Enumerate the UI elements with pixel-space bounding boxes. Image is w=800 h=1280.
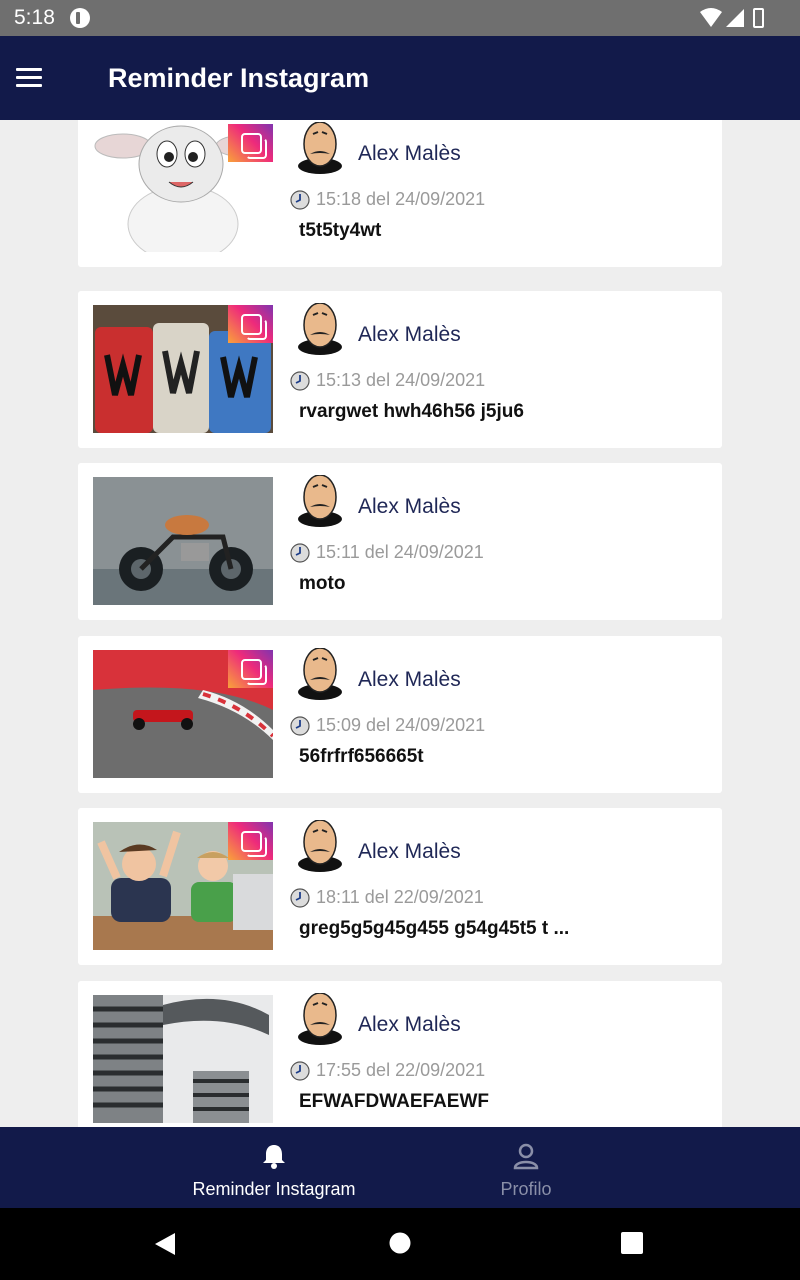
post-caption: 56frfrf656665t bbox=[299, 746, 424, 767]
nav-label: Profilo bbox=[500, 1179, 552, 1199]
instagram-badge-icon bbox=[228, 305, 273, 343]
post-author: Alex Malès bbox=[358, 668, 461, 691]
clock-icon bbox=[290, 1061, 310, 1081]
post-card[interactable]: Alex Malès 15:13 del 24/09/2021 rvargwet… bbox=[78, 291, 722, 448]
menu-icon[interactable] bbox=[16, 68, 42, 88]
clock-icon bbox=[290, 716, 310, 736]
post-datetime: 17:55 del 22/09/2021 bbox=[316, 1060, 486, 1080]
post-caption: greg5g5g45g455 g54g45t5 t ... bbox=[299, 918, 570, 939]
post-author: Alex Malès bbox=[358, 142, 461, 165]
post-thumbnail-motorcycle bbox=[93, 477, 273, 605]
post-card[interactable]: Alex Malès 15:09 del 24/09/2021 56frfrf6… bbox=[78, 636, 722, 793]
avatar bbox=[298, 993, 342, 1045]
bell-icon bbox=[263, 1145, 285, 1169]
post-card[interactable]: Alex Malès 18:11 del 22/09/2021 greg5g5g… bbox=[78, 808, 722, 965]
nav-item-profile[interactable]: Profilo bbox=[446, 1127, 606, 1208]
clock-icon bbox=[290, 371, 310, 391]
post-author: Alex Malès bbox=[358, 840, 461, 863]
avatar bbox=[298, 648, 342, 700]
post-card[interactable]: Alex Malès 15:18 del 24/09/2021 t5t5ty4w… bbox=[78, 120, 722, 267]
instagram-badge-icon bbox=[228, 650, 273, 688]
status-bar: 5:18 bbox=[0, 0, 800, 36]
post-caption: t5t5ty4wt bbox=[299, 220, 382, 241]
post-datetime: 18:11 del 22/09/2021 bbox=[316, 887, 484, 907]
bottom-navigation: Reminder Instagram Profilo bbox=[0, 1127, 800, 1208]
post-thumbnail-stadium bbox=[93, 995, 273, 1123]
avatar bbox=[298, 820, 342, 872]
post-datetime: 15:13 del 24/09/2021 bbox=[316, 370, 486, 390]
avatar bbox=[298, 122, 342, 174]
post-thumbnail-cans bbox=[93, 305, 273, 433]
wifi-icon bbox=[700, 8, 722, 27]
back-icon[interactable] bbox=[153, 1232, 177, 1256]
signal-icon bbox=[726, 9, 744, 27]
post-datetime: 15:18 del 24/09/2021 bbox=[316, 189, 486, 209]
post-author: Alex Malès bbox=[358, 1013, 461, 1036]
clock-icon bbox=[290, 190, 310, 210]
post-card[interactable]: Alex Malès 17:55 del 22/09/2021 EFWAFDWA… bbox=[78, 981, 722, 1127]
post-datetime: 15:09 del 24/09/2021 bbox=[316, 715, 486, 735]
post-author: Alex Malès bbox=[358, 495, 461, 518]
post-author: Alex Malès bbox=[358, 323, 461, 346]
post-thumbnail-sheep bbox=[93, 124, 273, 252]
post-card[interactable]: Alex Malès 15:11 del 24/09/2021 moto bbox=[78, 463, 722, 620]
home-icon[interactable] bbox=[389, 1232, 411, 1254]
post-caption: rvargwet hwh46h56 j5ju6 bbox=[299, 401, 524, 422]
battery-icon bbox=[753, 8, 764, 28]
nav-item-reminders[interactable]: Reminder Instagram bbox=[174, 1127, 374, 1208]
post-thumbnail-f1-car bbox=[93, 650, 273, 778]
instagram-badge-icon bbox=[228, 124, 273, 162]
recents-icon[interactable] bbox=[621, 1232, 643, 1254]
avatar bbox=[298, 303, 342, 355]
reminder-list[interactable]: Alex Malès 15:18 del 24/09/2021 t5t5ty4w… bbox=[0, 120, 800, 1127]
nav-label: Reminder Instagram bbox=[192, 1179, 356, 1199]
person-icon bbox=[513, 1143, 539, 1170]
clock-icon bbox=[290, 543, 310, 563]
app-bar: Reminder Instagram bbox=[0, 36, 800, 120]
instagram-badge-icon bbox=[228, 822, 273, 860]
status-icons bbox=[700, 8, 764, 28]
post-caption: moto bbox=[299, 573, 346, 594]
post-caption: EFWAFDWAEFAEWF bbox=[299, 1091, 489, 1112]
status-time: 5:18 bbox=[14, 6, 55, 29]
page-title: Reminder Instagram bbox=[108, 63, 370, 93]
clock-icon bbox=[290, 888, 310, 908]
post-thumbnail-kids-laptop bbox=[93, 822, 273, 950]
app-notification-icon bbox=[70, 8, 90, 28]
system-navigation-bar bbox=[0, 1208, 800, 1280]
post-datetime: 15:11 del 24/09/2021 bbox=[316, 542, 484, 562]
avatar bbox=[298, 475, 342, 527]
